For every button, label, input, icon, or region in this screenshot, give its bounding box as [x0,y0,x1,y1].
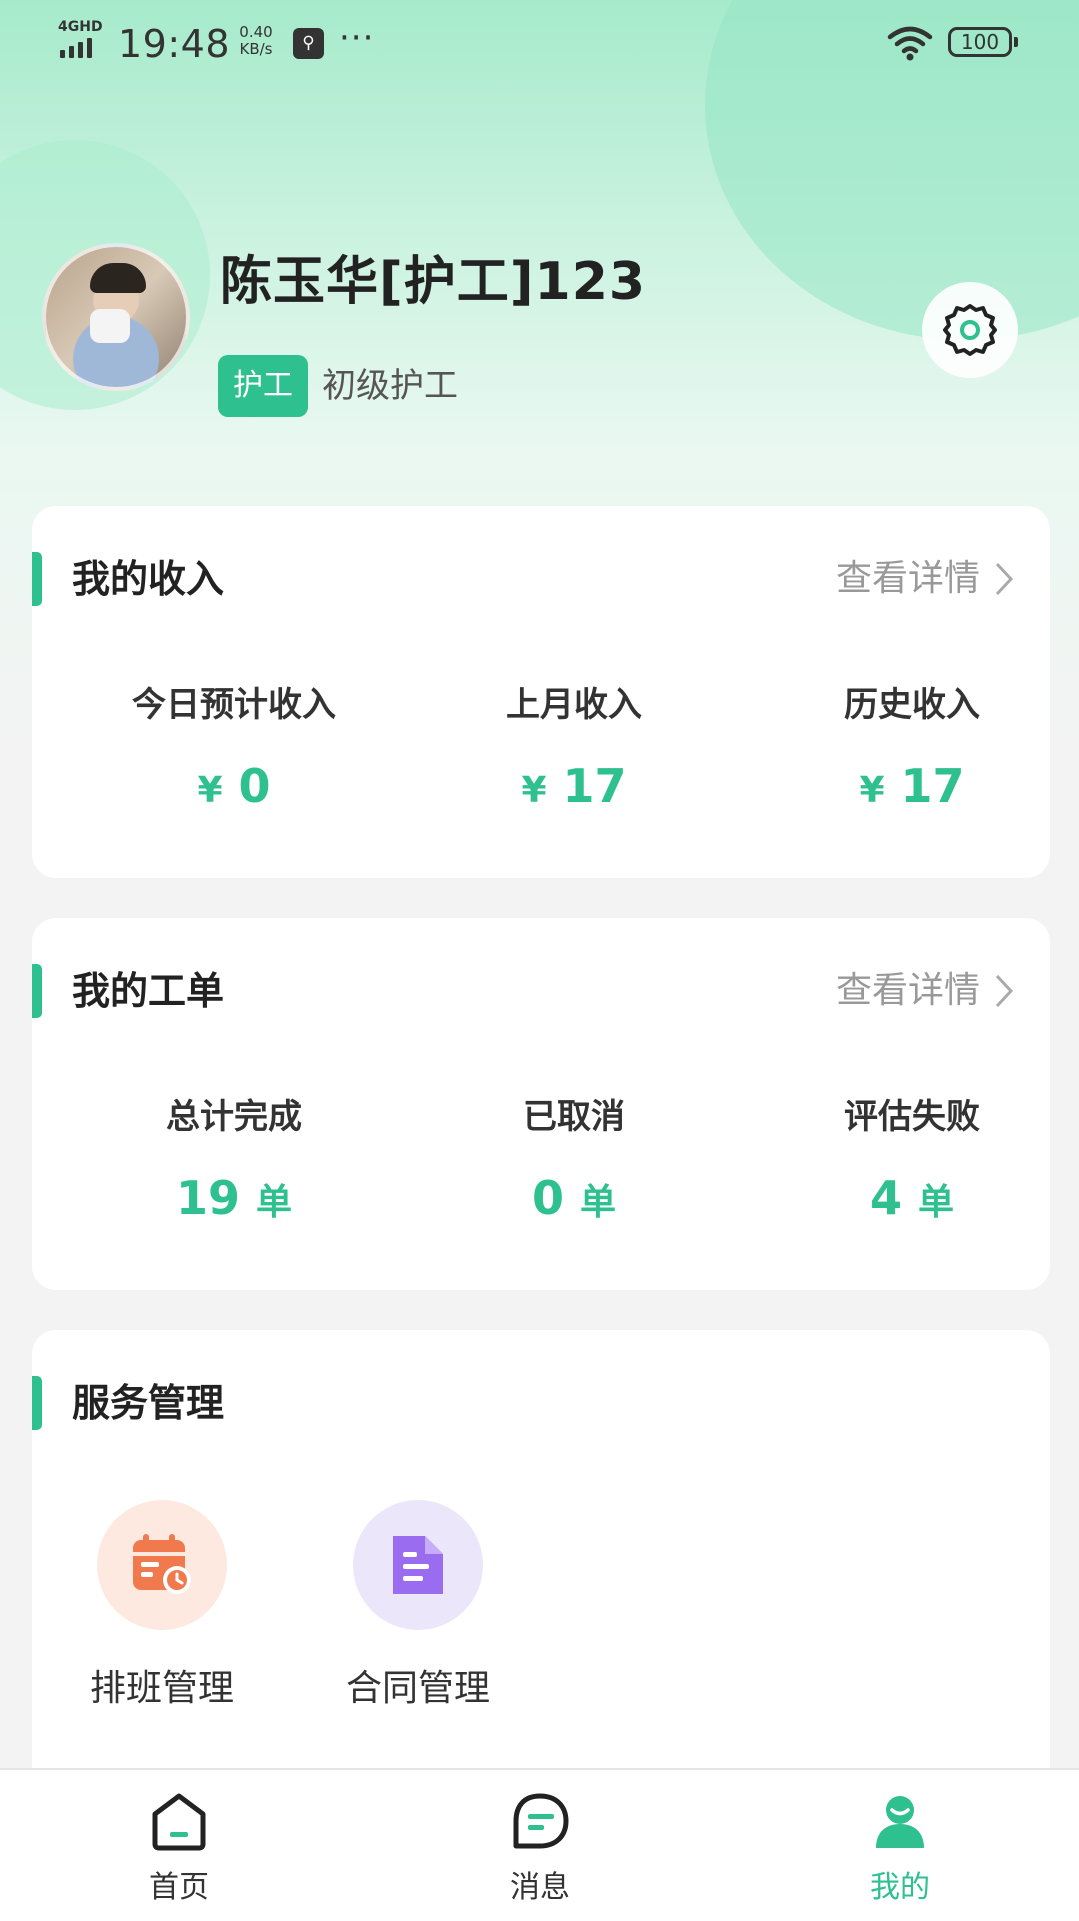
section-marker [32,1376,42,1430]
income-today[interactable]: 今日预计收入 ¥ 0 [84,682,384,819]
user-name: 陈玉华[护工]123 [220,252,647,312]
home-icon [152,1793,206,1851]
wifi-icon [887,26,933,61]
schedule-management-label: 排班管理 [89,1668,234,1709]
service-title: 服务管理 [72,1381,225,1425]
battery-icon: 100 [948,27,1018,57]
service-card: 服务管理 排班管理 合同管理 [32,1330,1050,1768]
orders-title: 我的工单 [72,969,225,1013]
orders-cancelled[interactable]: 已取消 0 单 [424,1094,724,1231]
document-icon [393,1536,443,1594]
section-marker [32,964,42,1018]
gear-icon [943,304,997,356]
contract-management-button[interactable]: 合同管理 [318,1500,518,1712]
role-level: 初级护工 [322,366,458,406]
nav-profile[interactable]: 我的 [800,1770,1000,1921]
chevron-right-icon [995,974,1014,1008]
status-bar: 4GHD 19:48 0.40 KB/s ⚲ ··· 100 [0,0,1079,90]
income-title: 我的收入 [72,557,225,601]
section-marker [32,552,42,606]
orders-assessment-failed[interactable]: 评估失败 4 单 [762,1094,1062,1231]
chevron-right-icon [995,562,1014,596]
orders-completed[interactable]: 总计完成 19 单 [84,1094,384,1231]
more-notifications-icon: ··· [339,18,375,58]
calendar-clock-icon [133,1534,191,1594]
bottom-navigation: 首页 消息 我的 [0,1768,1079,1921]
contract-management-label: 合同管理 [345,1668,490,1709]
network-type: 4GHD [58,19,103,35]
message-icon [513,1793,569,1849]
network-speed: 0.40 KB/s [239,23,273,58]
income-card: 我的收入 查看详情 今日预计收入 ¥ 0 上月收入 ¥ 17 历史收入 ¥ 17 [32,506,1050,878]
orders-card: 我的工单 查看详情 总计完成 19 单 已取消 0 单 评估失败 4 单 [32,918,1050,1290]
schedule-management-button[interactable]: 排班管理 [62,1500,262,1712]
orders-details-link[interactable]: 查看详情 [836,964,1014,1018]
cellular-signal-icon: 4GHD [58,20,106,60]
income-details-link[interactable]: 查看详情 [836,552,1014,606]
usb-icon: ⚲ [293,28,324,59]
avatar[interactable] [42,243,190,391]
clock: 19:48 [118,22,231,66]
role-badge: 护工 [218,355,308,417]
nav-home[interactable]: 首页 [79,1770,279,1921]
income-history[interactable]: 历史收入 ¥ 17 [762,682,1062,819]
settings-button[interactable] [922,282,1018,378]
income-last-month[interactable]: 上月收入 ¥ 17 [424,682,724,819]
nav-messages[interactable]: 消息 [440,1770,640,1921]
profile-icon [876,1796,924,1848]
